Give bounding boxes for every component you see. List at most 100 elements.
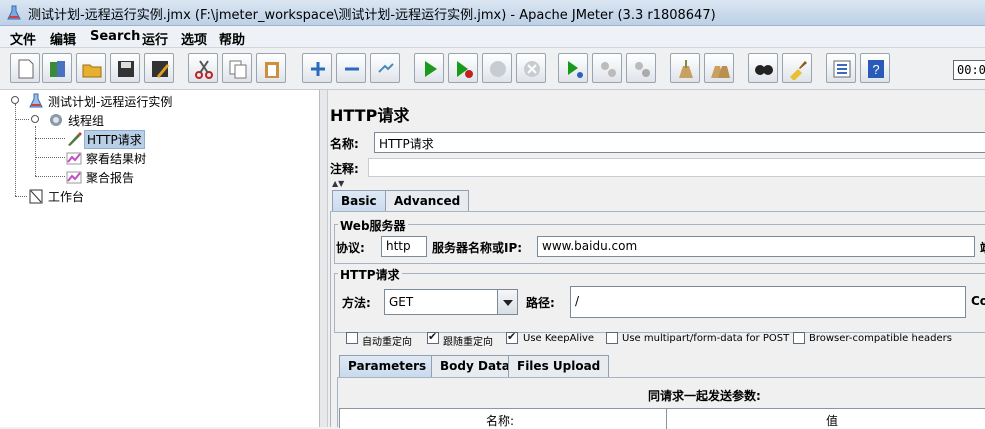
stop-icon (490, 61, 506, 77)
copy-icon (229, 60, 247, 79)
collapse-arrows-icon[interactable]: ▲▼ (332, 179, 344, 188)
tree-toggle[interactable] (11, 96, 19, 104)
expand-all-button[interactable] (302, 53, 332, 83)
templates-button[interactable] (42, 53, 72, 83)
search-icon (755, 65, 773, 75)
test-plan-icon (29, 93, 43, 108)
test-plan-tree[interactable]: 测试计划-远程运行实例 线程组 HTTP请求 察看结果树 聚合报告 工作台 (0, 90, 320, 427)
params-header-name: 名称: (486, 414, 515, 428)
tab-basic[interactable]: Basic (332, 190, 386, 212)
menu-edit[interactable]: 编辑 (50, 29, 76, 48)
toggle-button[interactable] (370, 53, 400, 83)
shutdown-button[interactable] (516, 53, 546, 83)
menu-options[interactable]: 选项 (181, 29, 207, 48)
cut-icon (195, 60, 213, 79)
function-helper-icon (833, 60, 851, 78)
thread-group-icon (50, 114, 62, 126)
sampler-editor: HTTP请求 名称: HTTP请求 注释: ▲▼ Basic Advanced … (328, 90, 985, 429)
copy-button[interactable] (222, 53, 252, 83)
start-icon (425, 61, 437, 77)
server-name-label: 服务器名称或IP: (432, 241, 523, 255)
server-name-field[interactable]: www.baidu.com (537, 236, 975, 257)
protocol-label: 协议: (336, 241, 365, 255)
auto-redirect-label: 自动重定向 (362, 337, 412, 348)
split-pane-divider[interactable] (320, 90, 328, 427)
templates-icon (50, 61, 65, 77)
auto-redirect-checkbox[interactable] (346, 332, 358, 344)
open-icon (82, 64, 102, 78)
menu-search[interactable]: Search (90, 29, 140, 44)
clear-all-icon (711, 66, 730, 78)
open-button[interactable] (76, 53, 106, 83)
tree-connector (35, 138, 65, 139)
follow-redirect-checkbox[interactable] (427, 330, 439, 344)
protocol-field[interactable]: http (381, 236, 427, 257)
path-field[interactable]: / (570, 286, 966, 318)
method-dropdown-button[interactable] (497, 290, 517, 314)
toolbar: ? 00:00 (0, 48, 985, 90)
name-field[interactable]: HTTP请求 (374, 132, 985, 153)
comment-label: 注释: (330, 162, 359, 176)
save-icon (118, 61, 134, 77)
keepalive-checkbox[interactable] (506, 330, 518, 344)
listener-icon (66, 171, 82, 184)
cut-button[interactable] (188, 53, 218, 83)
multipart-label: Use multipart/form-data for POST (622, 333, 790, 344)
tree-toggle[interactable] (31, 115, 39, 123)
page-title: HTTP请求 (330, 106, 410, 125)
params-header-value: 值 (826, 414, 839, 428)
multipart-checkbox[interactable] (606, 332, 618, 344)
save-as-button[interactable] (144, 53, 174, 83)
collapse-all-button[interactable] (336, 53, 366, 83)
menu-bar: 文件 编辑 Search 运行 选项 帮助 (0, 26, 985, 48)
menu-run[interactable]: 运行 (142, 29, 168, 48)
clear-all-button[interactable] (704, 53, 734, 83)
tree-connector (15, 104, 16, 196)
browser-compatible-label: Browser-compatible headers (809, 333, 952, 344)
browser-compatible-checkbox[interactable] (793, 332, 805, 344)
remote-shutdown-icon (635, 62, 650, 77)
web-server-title: Web服务器 (338, 217, 408, 234)
tab-parameters[interactable]: Parameters (339, 355, 436, 377)
remote-start-icon (568, 61, 583, 78)
remote-start-button[interactable] (558, 53, 588, 83)
shutdown-icon (524, 61, 540, 77)
paste-button[interactable] (256, 53, 286, 83)
start-no-pause-button[interactable] (448, 53, 478, 83)
help-button[interactable]: ? (860, 53, 890, 83)
tab-body-data[interactable]: Body Data (431, 355, 519, 377)
stop-button[interactable] (482, 53, 512, 83)
content-encoding-label: Co (971, 294, 985, 308)
chevron-down-icon (503, 300, 513, 306)
menu-help[interactable]: 帮助 (219, 29, 245, 48)
remote-stop-button[interactable] (592, 53, 622, 83)
follow-redirect-label: 跟随重定向 (443, 337, 493, 348)
menu-file[interactable]: 文件 (10, 29, 36, 48)
listener-icon (66, 152, 82, 165)
remote-shutdown-button[interactable] (626, 53, 656, 83)
tree-connector (15, 196, 27, 197)
workbench-icon (29, 189, 43, 204)
start-button[interactable] (414, 53, 444, 83)
params-header-value-cell[interactable]: 值 (668, 409, 985, 429)
clear-button[interactable] (670, 53, 700, 83)
path-label: 路径: (526, 296, 555, 310)
toggle-icon (378, 63, 394, 73)
params-header-name-cell[interactable]: 名称: (340, 409, 667, 429)
keepalive-label: Use KeepAlive (523, 333, 595, 344)
search-button[interactable] (748, 53, 778, 83)
new-button[interactable] (10, 53, 40, 83)
parameters-table[interactable]: 名称: 值 (339, 408, 985, 429)
paste-icon (265, 62, 279, 78)
tab-advanced[interactable]: Advanced (385, 190, 470, 212)
save-as-icon (152, 61, 169, 78)
function-helper-button[interactable] (826, 53, 856, 83)
tab-files-upload[interactable]: Files Upload (508, 355, 610, 377)
name-label: 名称: (330, 137, 359, 151)
window-title: 测试计划-远程运行实例.jmx (F:\jmeter_workspace\测试计… (28, 8, 716, 23)
comment-field[interactable] (368, 158, 985, 177)
save-button[interactable] (110, 53, 140, 83)
jmeter-app-icon (7, 5, 21, 20)
reset-search-icon (790, 61, 807, 80)
reset-search-button[interactable] (782, 53, 812, 83)
